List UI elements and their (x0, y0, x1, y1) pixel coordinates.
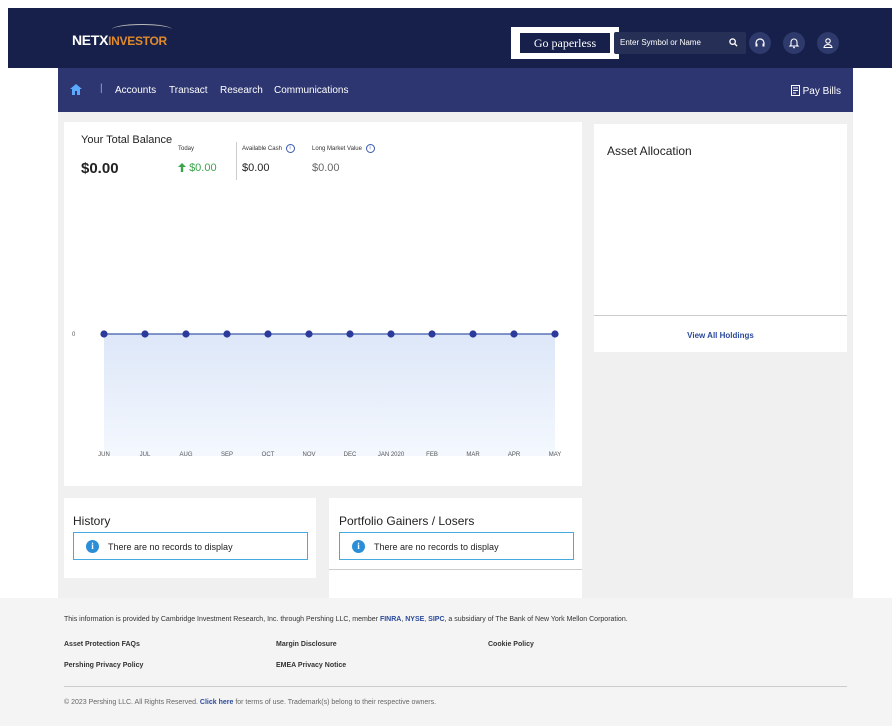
logo-swoosh (112, 24, 172, 35)
netx-investor-logo[interactable]: NETXINVESTOR (72, 24, 172, 48)
asset-allocation-divider (594, 315, 847, 316)
history-empty-message: i There are no records to display (73, 532, 308, 560)
x-tick-label: MAY (549, 452, 562, 458)
nyse-link[interactable]: NYSE (405, 616, 424, 623)
cookie-policy-link[interactable]: Cookie Policy (488, 641, 534, 648)
footer-divider (64, 686, 847, 687)
terms-click-here-link[interactable]: Click here (200, 699, 233, 706)
nav-separator: | (100, 83, 103, 94)
x-tick-label: JUN (98, 452, 110, 458)
chart-point-oct[interactable] (264, 330, 272, 338)
gainers-divider (329, 569, 582, 570)
x-tick-label: FEB (426, 452, 438, 458)
asset-protection-faqs-link[interactable]: Asset Protection FAQs (64, 641, 140, 648)
chart-point-jul[interactable] (141, 330, 149, 338)
profile-button[interactable] (817, 32, 839, 54)
footer-copyright: © 2023 Pershing LLC. All Rights Reserved… (64, 699, 436, 706)
x-tick-label: NOV (302, 452, 315, 458)
search-input[interactable]: Enter Symbol or Name (614, 32, 746, 54)
logo-text-netx: NETX (72, 32, 109, 48)
chart-point-aug[interactable] (182, 330, 190, 338)
headset-icon (755, 38, 765, 47)
receipt-icon (790, 85, 800, 96)
chart-point-nov[interactable] (305, 330, 313, 338)
pershing-privacy-policy-link[interactable]: Pershing Privacy Policy (64, 662, 143, 669)
balance-chart: JUN JUL AUG SEP OCT NOV DEC JAN 2020 FEB MAR APR MA… (72, 330, 562, 458)
nav-research[interactable]: Research (220, 85, 263, 96)
gainers-empty-message: i There are no records to display (339, 532, 574, 560)
chart-point-dec[interactable] (346, 330, 354, 338)
view-all-holdings-link[interactable]: View All Holdings (594, 331, 847, 340)
y-tick-label: 0 (72, 332, 76, 338)
history-title: History (73, 514, 111, 528)
notifications-button[interactable] (783, 32, 805, 54)
logo-text-investor: INVESTOR (108, 34, 167, 48)
top-header: NETXINVESTOR Go paperless Enter Symbol o… (8, 8, 892, 68)
bell-icon (788, 38, 800, 49)
gainers-losers-card: Portfolio Gainers / Losers i There are n… (329, 498, 582, 598)
sipc-link[interactable]: SIPC (428, 616, 444, 623)
history-empty-text: There are no records to display (108, 542, 233, 552)
gainers-empty-text: There are no records to display (374, 542, 499, 552)
x-tick-label: APR (508, 452, 521, 458)
user-icon (823, 38, 833, 49)
support-button[interactable] (749, 32, 771, 54)
chart-point-apr[interactable] (510, 330, 518, 338)
main-nav: | Accounts Transact Research Communicati… (58, 68, 853, 112)
nav-transact[interactable]: Transact (169, 85, 208, 96)
footer-info-suffix: , a subsidiary of The Bank of New York M… (444, 616, 628, 623)
chart-point-sep[interactable] (223, 330, 231, 338)
asset-allocation-title: Asset Allocation (607, 144, 692, 158)
footer: This information is provided by Cambridg… (0, 598, 892, 726)
x-tick-label: SEP (221, 452, 233, 458)
chart-point-jun[interactable] (100, 330, 108, 338)
nav-communications[interactable]: Communications (274, 85, 348, 96)
nav-accounts[interactable]: Accounts (115, 85, 156, 96)
asset-allocation-card: Asset Allocation View All Holdings (594, 124, 847, 352)
footer-info-prefix: This information is provided by Cambridg… (64, 616, 380, 623)
chart-area-fill (104, 334, 555, 456)
emea-privacy-notice-link[interactable]: EMEA Privacy Notice (276, 662, 346, 669)
search-placeholder: Enter Symbol or Name (620, 38, 701, 47)
chart-point-jan-2020[interactable] (387, 330, 395, 338)
x-tick-label: JAN 2020 (378, 452, 405, 458)
footer-disclosure: This information is provided by Cambridg… (64, 616, 628, 623)
pay-bills-label: Pay Bills (802, 86, 841, 97)
balance-card: Your Total Balance $0.00 Today $0.00 Ava… (64, 122, 582, 486)
x-tick-label: MAR (466, 452, 480, 458)
gainers-losers-title: Portfolio Gainers / Losers (339, 514, 475, 528)
history-card: History i There are no records to displa… (64, 498, 316, 578)
finra-link[interactable]: FINRA (380, 616, 401, 623)
chart-point-mar[interactable] (469, 330, 477, 338)
pay-bills-link[interactable]: Pay Bills (790, 85, 841, 97)
go-paperless-label: Go paperless (520, 33, 610, 53)
copyright-prefix: © 2023 Pershing LLC. All Rights Reserved… (64, 699, 200, 706)
x-tick-label: DEC (344, 452, 357, 458)
search-icon[interactable] (729, 32, 738, 54)
dashboard-content: Your Total Balance $0.00 Today $0.00 Ava… (58, 112, 853, 598)
home-icon[interactable] (70, 84, 82, 98)
x-tick-label: JUL (140, 452, 151, 458)
go-paperless-button[interactable]: Go paperless (511, 27, 619, 59)
x-tick-label: AUG (179, 452, 192, 458)
info-icon: i (86, 540, 99, 553)
chart-point-feb[interactable] (428, 330, 436, 338)
x-tick-label: OCT (262, 452, 275, 458)
chart-point-may[interactable] (551, 330, 559, 338)
info-icon: i (352, 540, 365, 553)
margin-disclosure-link[interactable]: Margin Disclosure (276, 641, 337, 648)
copyright-suffix: for terms of use. Trademark(s) belong to… (233, 699, 437, 706)
